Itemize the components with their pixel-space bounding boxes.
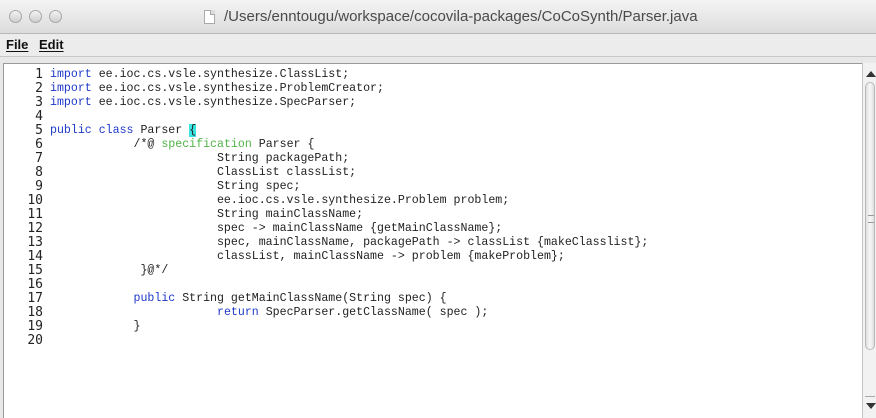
- code-line[interactable]: String mainClassName;: [50, 208, 363, 222]
- line-number: 17: [27, 291, 43, 306]
- code-line[interactable]: import ee.ioc.cs.vsle.synthesize.ClassLi…: [50, 68, 349, 82]
- code-token: spec -> mainClassName {getMainClassName}…: [50, 222, 503, 235]
- code-line[interactable]: classList, mainClassName -> problem {mak…: [50, 250, 565, 264]
- line-number: 16: [27, 277, 43, 292]
- code-token: String getMainClassName(String spec) {: [175, 292, 447, 305]
- code-line[interactable]: spec, mainClassName, packagePath -> clas…: [50, 236, 648, 250]
- code-token: String mainClassName;: [50, 208, 364, 221]
- code-line[interactable]: import ee.ioc.cs.vsle.synthesize.Problem…: [50, 82, 384, 96]
- code-line[interactable]: String packagePath;: [50, 152, 349, 166]
- line-number: 9: [35, 179, 43, 194]
- close-button-icon[interactable]: [9, 10, 22, 23]
- code-token: public: [50, 124, 92, 137]
- line-number: 2: [35, 81, 43, 96]
- code-line[interactable]: import ee.ioc.cs.vsle.synthesize.SpecPar…: [50, 96, 356, 110]
- code-token: /*@: [50, 138, 162, 151]
- matching-brace-highlight: {: [189, 124, 197, 137]
- line-number: 7: [35, 151, 43, 166]
- line-number: 12: [27, 221, 43, 236]
- line-number: 18: [27, 305, 43, 320]
- zoom-button-icon[interactable]: [49, 10, 62, 23]
- document-icon: [204, 10, 215, 24]
- scroll-up-arrow-icon[interactable]: [866, 71, 876, 77]
- line-number: 20: [27, 333, 43, 348]
- code-editor[interactable]: 1 2 3 4 5 6 7 8 9 10 11 12 13 14 15 16 17 18 19 20 import e…: [3, 63, 862, 418]
- line-number: 6: [35, 137, 43, 152]
- code-token: ee.ioc.cs.vsle.synthesize.Problem proble…: [50, 194, 510, 207]
- vertical-scrollbar[interactable]: [862, 63, 876, 418]
- code-token: spec, mainClassName, packagePath -> clas…: [50, 236, 649, 249]
- line-number: 3: [35, 95, 43, 110]
- code-token: SpecParser.getClassName( spec );: [258, 306, 489, 319]
- code-line[interactable]: public class Parser {: [50, 124, 197, 138]
- line-number: 13: [27, 235, 43, 250]
- code-token: class: [98, 124, 134, 137]
- menu-edit[interactable]: Edit: [39, 37, 64, 52]
- code-line[interactable]: }: [50, 320, 140, 334]
- menu-bar: File Edit: [0, 34, 876, 57]
- code-token: import: [50, 68, 92, 81]
- scrollbar-thumb[interactable]: [865, 82, 875, 350]
- code-token: ClassList classList;: [50, 166, 357, 179]
- code-token: String packagePath;: [50, 152, 350, 165]
- code-token: classList, mainClassName -> problem {mak…: [50, 250, 565, 263]
- code-line[interactable]: }@*/: [50, 264, 168, 278]
- line-number: 14: [27, 249, 43, 264]
- code-token: ee.ioc.cs.vsle.synthesize.ClassList;: [91, 68, 350, 81]
- code-line[interactable]: ee.ioc.cs.vsle.synthesize.Problem proble…: [50, 194, 509, 208]
- line-number: 8: [35, 165, 43, 180]
- code-token: Parser: [133, 124, 190, 137]
- code-token: Parser {: [251, 138, 315, 151]
- code-token: ee.ioc.cs.vsle.synthesize.SpecParser;: [91, 96, 357, 109]
- line-number: 19: [27, 319, 43, 334]
- editor-window: /Users/enntougu/workspace/cocovila-packa…: [0, 0, 876, 418]
- code-token: ee.ioc.cs.vsle.synthesize.ProblemCreator…: [91, 82, 384, 95]
- code-token: import: [50, 96, 92, 109]
- title-bar[interactable]: /Users/enntougu/workspace/cocovila-packa…: [0, 0, 876, 34]
- line-number: 4: [35, 109, 43, 124]
- line-number: 15: [27, 263, 43, 278]
- line-number: 11: [27, 207, 43, 222]
- code-token: }: [50, 320, 141, 333]
- code-line[interactable]: return SpecParser.getClassName( spec );: [50, 306, 488, 320]
- window-title: /Users/enntougu/workspace/cocovila-packa…: [224, 8, 698, 25]
- line-number: 1: [35, 67, 43, 82]
- code-token: return: [216, 306, 259, 319]
- code-line[interactable]: String spec;: [50, 180, 301, 194]
- code-token: String spec;: [50, 180, 301, 193]
- scroll-down-arrow-icon[interactable]: [866, 403, 876, 409]
- code-token: specification: [161, 138, 252, 151]
- menu-file[interactable]: File: [6, 37, 28, 52]
- code-line[interactable]: ClassList classList;: [50, 166, 356, 180]
- code-token: import: [50, 82, 92, 95]
- line-number: 5: [35, 123, 43, 138]
- code-token: }@*/: [50, 264, 169, 277]
- code-line[interactable]: public String getMainClassName(String sp…: [50, 292, 447, 306]
- code-token: public: [133, 292, 176, 305]
- code-line[interactable]: spec -> mainClassName {getMainClassName}…: [50, 222, 502, 236]
- code-line[interactable]: /*@ specification Parser {: [50, 138, 314, 152]
- minimize-button-icon[interactable]: [29, 10, 42, 23]
- line-number: 10: [27, 193, 43, 208]
